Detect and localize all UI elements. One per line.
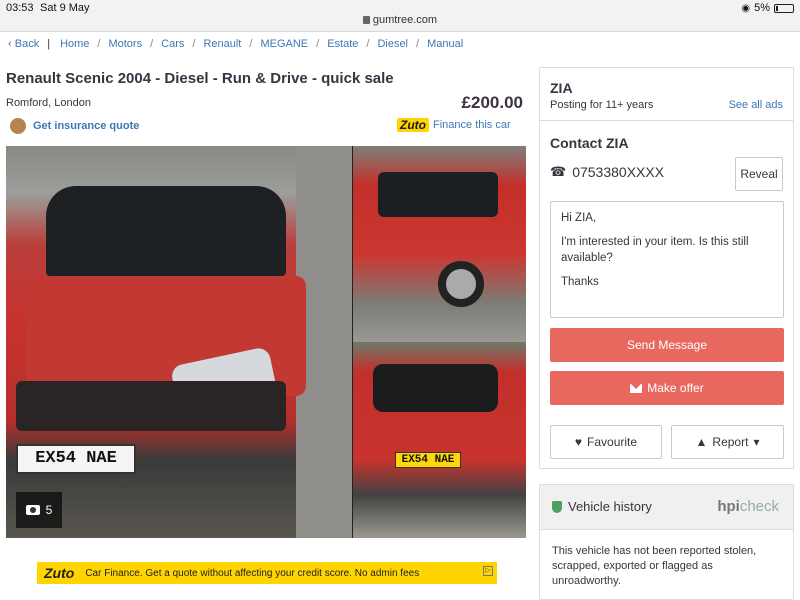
breadcrumb-megane[interactable]: MEGANE	[260, 38, 308, 50]
envelope-icon	[630, 383, 643, 393]
listing-location: Romford, London	[6, 97, 91, 109]
camera-icon	[25, 505, 40, 515]
photo-count-badge[interactable]: 5	[16, 492, 62, 528]
vehicle-history-card: Vehicle history hpicheck This vehicle ha…	[539, 484, 794, 600]
status-indicators: ◉ 5%	[741, 2, 794, 14]
send-message-label: Send Message	[626, 338, 708, 352]
reveal-phone-button[interactable]: Reveal	[735, 157, 783, 191]
thumbnail-photo-side[interactable]	[353, 146, 526, 342]
shield-icon	[552, 500, 562, 513]
favourite-button[interactable]: ♥ Favourite	[550, 425, 662, 459]
message-textarea[interactable]: Hi ZIA, I'm interested in your item. Is …	[550, 201, 784, 318]
breadcrumb-renault[interactable]: Renault	[203, 38, 241, 50]
breadcrumb-estate[interactable]: Estate	[327, 38, 358, 50]
send-message-button[interactable]: Send Message	[550, 328, 784, 362]
breadcrumb: ‹ Back | Home / Motors / Cars / Renault …	[8, 38, 464, 50]
make-offer-button[interactable]: Make offer	[550, 371, 784, 405]
vehicle-history-text: This vehicle has not been reported stole…	[552, 545, 757, 587]
rear-number-plate: EX54 NAE	[395, 452, 461, 468]
phone-number-text: 0753380XXXX	[572, 164, 665, 180]
see-all-ads-link[interactable]: See all ads	[729, 99, 783, 111]
phone-number: ☎ 0753380XXXX	[550, 164, 664, 180]
insurance-quote-link[interactable]: Get insurance quote	[10, 118, 139, 134]
finance-link-label: Finance this car	[433, 119, 511, 131]
make-offer-label: Make offer	[647, 381, 704, 395]
message-line-signoff: Thanks	[561, 276, 599, 288]
insurance-quote-label: Get insurance quote	[33, 120, 140, 132]
finance-link[interactable]: Zuto Finance this car	[397, 118, 511, 132]
main-photo[interactable]: EX54 NAE 5	[6, 146, 352, 538]
url-text: gumtree.com	[372, 14, 438, 26]
status-date: Sat 9 May	[40, 2, 90, 14]
back-link[interactable]: ‹ Back	[8, 38, 39, 50]
breadcrumb-cars[interactable]: Cars	[161, 38, 184, 50]
breadcrumb-motors[interactable]: Motors	[108, 38, 142, 50]
status-time: 03:53	[6, 2, 34, 14]
vehicle-history-title: Vehicle history	[552, 499, 652, 514]
phone-icon: ☎	[550, 164, 567, 179]
wifi-icon: ◉	[741, 2, 751, 14]
thumbnail-photo-rear[interactable]: EX54 NAE	[353, 342, 526, 538]
seller-card: ZIA Posting for 11+ years See all ads Co…	[539, 67, 794, 469]
address-bar[interactable]: gumtree.com	[0, 14, 800, 26]
zuto-logo: Zuto	[397, 118, 429, 132]
front-number-plate: EX54 NAE	[16, 444, 136, 474]
seller-name: ZIA	[550, 80, 573, 96]
ad-text: Car Finance. Get a quote without affecti…	[85, 567, 420, 579]
status-bar: 03:53 Sat 9 May gumtree.com ◉ 5%	[0, 0, 800, 32]
lock-icon	[362, 16, 370, 24]
battery-percent: 5%	[754, 2, 770, 14]
contact-title: Contact ZIA	[550, 135, 629, 151]
battery-icon	[774, 3, 794, 13]
chevron-down-icon: ▾	[753, 435, 760, 449]
breadcrumb-divider: |	[47, 38, 51, 50]
finance-ad-banner[interactable]: Zuto Car Finance. Get a quote without af…	[37, 562, 497, 584]
photo-count: 5	[45, 503, 53, 517]
listing-price: £200.00	[461, 93, 523, 112]
breadcrumb-diesel[interactable]: Diesel	[377, 38, 408, 50]
photo-gallery[interactable]: EX54 NAE 5 EX54 NAE	[6, 146, 526, 538]
hpi-check-logo: hpicheck	[717, 498, 779, 515]
insurance-dog-icon	[10, 118, 26, 134]
breadcrumb-home[interactable]: Home	[60, 38, 89, 50]
report-button[interactable]: ▲ Report ▾	[671, 425, 784, 459]
warning-icon: ▲	[695, 435, 708, 449]
message-line-greeting: Hi ZIA,	[561, 212, 597, 224]
breadcrumb-manual[interactable]: Manual	[427, 38, 463, 50]
ad-choices-icon[interactable]: ▷	[483, 566, 493, 576]
posting-duration: Posting for 11+ years	[550, 99, 654, 111]
vehicle-history-header: Vehicle history hpicheck	[540, 485, 793, 530]
favourite-label: Favourite	[587, 435, 638, 449]
heart-icon: ♥	[574, 435, 583, 449]
listing-title: Renault Scenic 2004 - Diesel - Run & Dri…	[6, 70, 394, 87]
message-line-body: I'm interested in your item. Is this sti…	[561, 236, 749, 264]
ad-zuto-logo: Zuto	[44, 565, 75, 581]
report-label: Report	[712, 435, 749, 449]
